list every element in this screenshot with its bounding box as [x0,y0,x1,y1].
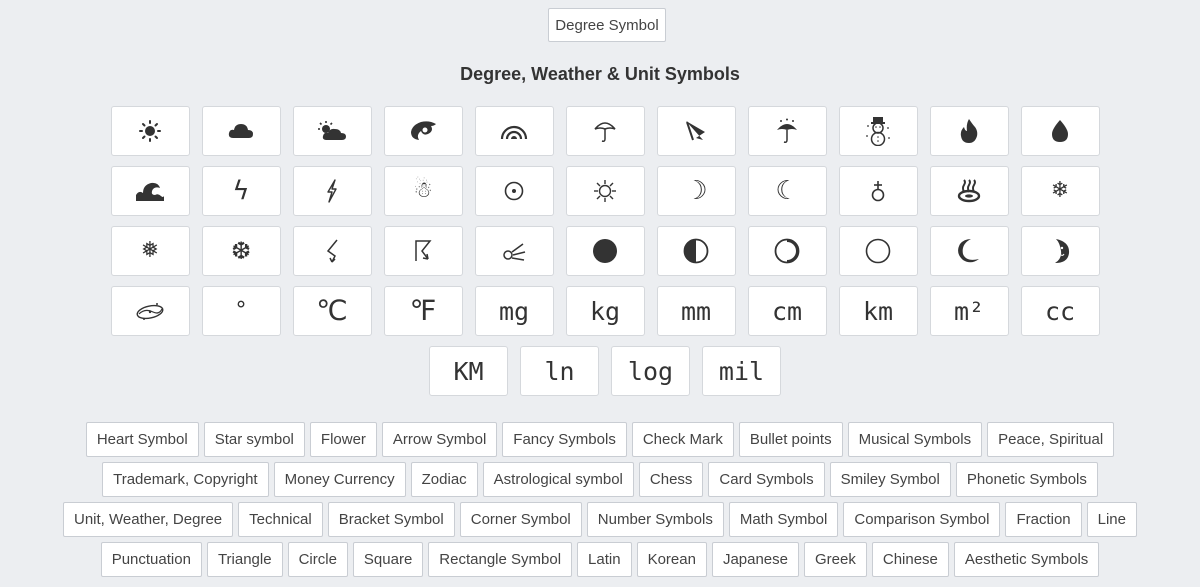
water-wave-icon[interactable] [110,166,190,216]
cloud-icon[interactable] [201,106,281,156]
log-symbol-cell[interactable]: log [611,346,690,396]
earth-symbol-icon[interactable] [838,166,918,216]
rainbow-icon[interactable] [474,106,554,156]
degree-symbol-button[interactable]: Degree Symbol [548,8,666,42]
sun-behind-cloud-icon[interactable] [292,106,372,156]
umbrella-with-rain-icon[interactable] [656,106,736,156]
tag-smiley-symbol[interactable]: Smiley Symbol [829,462,951,497]
symbol-row: ϟ ☃ ☽ ☾ ❄ [105,166,1105,216]
last-quarter-moon-icon[interactable]: ☾ [747,166,827,216]
crescent-moon-icon[interactable] [929,226,1009,276]
celsius-symbol-cell[interactable]: ℃ [292,286,372,336]
category-tags: Heart Symbol Star symbol Flower Arrow Sy… [0,422,1200,582]
symbol-row: ❅ ❆ [105,226,1105,276]
square-meter-symbol-cell[interactable]: m² [929,286,1009,336]
symbol-row [105,106,1105,156]
tag-number-symbols[interactable]: Number Symbols [586,502,724,537]
high-voltage-icon[interactable] [292,166,372,216]
circle-right-half-black-icon[interactable] [747,226,827,276]
sun-icon[interactable] [110,106,190,156]
tag-square[interactable]: Square [352,542,424,577]
tag-unit-weather-degree[interactable]: Unit, Weather, Degree [63,502,234,537]
tag-circle[interactable]: Circle [287,542,348,577]
symbol-row: KM ln log mil [105,346,1105,396]
circle-left-half-black-icon[interactable] [656,226,736,276]
tag-musical-symbols[interactable]: Musical Symbols [847,422,983,457]
tag-star-symbol[interactable]: Star symbol [203,422,305,457]
tag-arrow-symbol[interactable]: Arrow Symbol [381,422,498,457]
tag-bracket-symbol[interactable]: Bracket Symbol [327,502,455,537]
tag-trademark-copyright[interactable]: Trademark, Copyright [102,462,269,497]
black-circle-icon[interactable] [565,226,645,276]
tag-fraction[interactable]: Fraction [1005,502,1082,537]
tag-corner-symbol[interactable]: Corner Symbol [459,502,582,537]
symbol-grid: ϟ ☃ ☽ ☾ ❄ ❅ ❆ ° ℃ ℉ mg kg mm cm km m² cc… [105,106,1105,406]
symbol-row: ° ℃ ℉ mg kg mm cm km m² cc [105,286,1105,336]
first-quarter-moon-icon[interactable]: ☽ [656,166,736,216]
natural-log-symbol-cell[interactable]: ln [520,346,599,396]
tag-rectangle-symbol[interactable]: Rectangle Symbol [428,542,573,577]
tag-chess[interactable]: Chess [638,462,704,497]
tag-check-mark[interactable]: Check Mark [631,422,734,457]
comet-icon[interactable] [474,226,554,276]
kilometer-symbol-cell[interactable]: km [838,286,918,336]
tag-bullet-points[interactable]: Bullet points [738,422,843,457]
kilometer-capital-symbol-cell[interactable]: KM [429,346,508,396]
tag-money-currency[interactable]: Money Currency [273,462,406,497]
page-title: Degree, Weather & Unit Symbols [460,64,740,84]
droplet-icon[interactable] [1020,106,1100,156]
tag-row: Unit, Weather, Degree Technical Bracket … [0,502,1200,537]
tag-astrological-symbol[interactable]: Astrological symbol [482,462,634,497]
milligram-symbol-cell[interactable]: mg [474,286,554,336]
tag-math-symbol[interactable]: Math Symbol [728,502,839,537]
tag-latin[interactable]: Latin [577,542,632,577]
tag-fancy-symbols[interactable]: Fancy Symbols [502,422,627,457]
lightning-symbol-icon[interactable] [292,226,372,276]
tag-chinese[interactable]: Chinese [871,542,949,577]
circled-dot-icon[interactable] [474,166,554,216]
moon-with-face-icon[interactable] [1020,226,1100,276]
tag-card-symbols[interactable]: Card Symbols [708,462,825,497]
tag-zodiac[interactable]: Zodiac [410,462,478,497]
tag-punctuation[interactable]: Punctuation [100,542,202,577]
umbrella-rain-drops-icon[interactable] [747,106,827,156]
tag-technical[interactable]: Technical [238,502,323,537]
cubic-centimeter-symbol-cell[interactable]: cc [1020,286,1100,336]
tag-comparison-symbol[interactable]: Comparison Symbol [843,502,1001,537]
white-circle-icon[interactable] [838,226,918,276]
tag-row: Trademark, Copyright Money Currency Zodi… [0,462,1200,497]
snowman-icon[interactable]: ☃ [383,166,463,216]
tag-japanese[interactable]: Japanese [711,542,799,577]
tag-line[interactable]: Line [1086,502,1137,537]
snowflake-icon[interactable]: ❄ [1020,166,1100,216]
millimeter-symbol-cell[interactable]: mm [656,286,736,336]
lightning-icon[interactable]: ϟ [201,166,281,216]
tag-flower[interactable]: Flower [309,422,377,457]
fire-icon[interactable] [929,106,1009,156]
kilogram-symbol-cell[interactable]: kg [565,286,645,336]
snowman-with-snow-icon[interactable] [838,106,918,156]
tag-korean[interactable]: Korean [636,542,707,577]
degree-symbol-cell[interactable]: ° [201,286,281,336]
tag-peace-spiritual[interactable]: Peace, Spiritual [987,422,1115,457]
tag-heart-symbol[interactable]: Heart Symbol [85,422,199,457]
fahrenheit-symbol-cell[interactable]: ℉ [383,286,463,336]
white-sun-icon[interactable] [565,166,645,216]
cyclone-icon[interactable] [383,106,463,156]
umbrella-icon[interactable] [565,106,645,156]
centimeter-symbol-cell[interactable]: cm [747,286,827,336]
tag-greek[interactable]: Greek [804,542,867,577]
heavy-snowflake-icon[interactable]: ❆ [201,226,281,276]
thunderstorm-icon[interactable] [383,226,463,276]
tag-phonetic-symbols[interactable]: Phonetic Symbols [955,462,1098,497]
tag-triangle[interactable]: Triangle [206,542,283,577]
mil-symbol-cell[interactable]: mil [702,346,781,396]
milky-way-icon[interactable] [110,286,190,336]
tag-aesthetic-symbols[interactable]: Aesthetic Symbols [953,542,1100,577]
hot-springs-icon[interactable] [929,166,1009,216]
tight-snowflake-icon[interactable]: ❅ [110,226,190,276]
tag-row: Punctuation Triangle Circle Square Recta… [0,542,1200,577]
tag-row: Heart Symbol Star symbol Flower Arrow Sy… [0,422,1200,457]
